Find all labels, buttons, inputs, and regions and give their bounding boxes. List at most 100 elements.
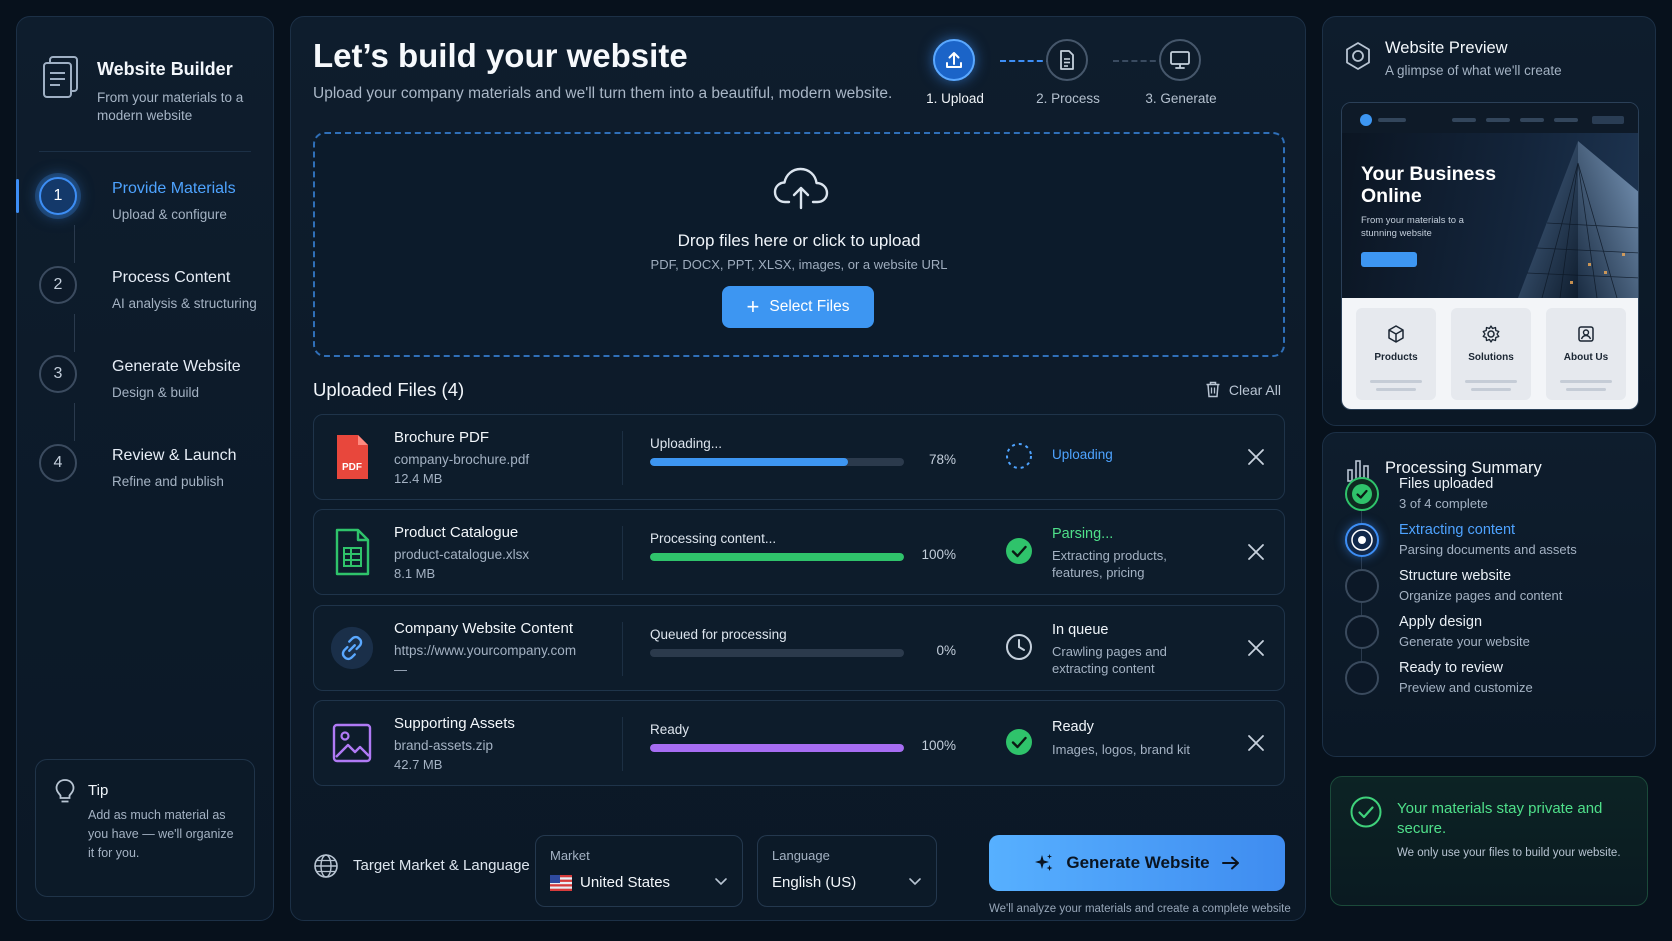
- summary-sub: Organize pages and content: [1399, 588, 1563, 603]
- preview-nav-bar: [1520, 118, 1544, 122]
- file-name: Product Catalogue: [394, 524, 519, 541]
- divider: [622, 526, 623, 580]
- file-row: Product Catalogue product-catalogue.xlsx…: [313, 509, 1285, 595]
- check-circle-icon: [1006, 729, 1032, 755]
- divider: [39, 151, 251, 152]
- clear-all-label: Clear All: [1228, 381, 1281, 398]
- active-dot-icon: [1351, 529, 1373, 551]
- stepper-label: 2. Process: [1036, 91, 1100, 106]
- sidebar-step-review-launch[interactable]: 4 Review & Launch Refine and publish: [39, 440, 269, 500]
- progress-label: Processing content...: [650, 531, 777, 546]
- progress-fill: [650, 744, 904, 752]
- processing-summary-panel: Processing Summary Files uploaded 3 of 4…: [1322, 432, 1656, 757]
- progress-bar: [650, 553, 904, 561]
- preview-hero-title: Your Business Online: [1361, 163, 1497, 207]
- chevron-down-icon: [909, 878, 921, 886]
- preview-nav-bar: [1378, 118, 1406, 122]
- status-subtitle: Extracting products, features, pricing: [1052, 548, 1167, 580]
- generate-website-button[interactable]: Generate Website: [989, 835, 1285, 891]
- preview-title: Website Preview: [1385, 39, 1508, 57]
- close-icon[interactable]: [1244, 445, 1268, 469]
- progress-percent: 100%: [921, 738, 956, 753]
- summary-item-extracting-content: Extracting content Parsing documents and…: [1343, 519, 1643, 565]
- file-url: https://www.yourcompany.com: [394, 643, 577, 658]
- gear-icon: [1482, 325, 1500, 343]
- sidebar-step-process-content[interactable]: 2 Process Content AI analysis & structur…: [39, 262, 269, 322]
- file-row: Supporting Assets brand-assets.zip 42.7 …: [313, 700, 1285, 786]
- step-title: Review & Launch: [112, 447, 237, 464]
- preview-navbar: [1342, 103, 1638, 133]
- stepper-process[interactable]: 2. Process: [1018, 39, 1118, 109]
- progress-fill: [650, 553, 904, 561]
- people-icon: [1578, 326, 1594, 342]
- summary-label: Ready to review: [1399, 660, 1503, 676]
- summary-item-structure-website: Structure website Organize pages and con…: [1343, 565, 1643, 611]
- summary-item-files-uploaded-row: Files uploaded 3 of 4 complete: [1343, 473, 1643, 519]
- privacy-subtitle: We only use your files to build your web…: [1397, 847, 1621, 859]
- main-panel: Let’s build your website Upload your com…: [290, 16, 1306, 921]
- plus-icon: +: [746, 294, 760, 319]
- step-subtitle: Refine and publish: [112, 474, 224, 489]
- upload-dropzone[interactable]: Drop files here or click to upload PDF, …: [313, 132, 1285, 357]
- sidebar-step-generate-website[interactable]: 3 Generate Website Design & build: [39, 351, 269, 411]
- document-stack-icon: [43, 56, 78, 98]
- step-number: 2: [39, 266, 77, 304]
- preview-subtitle: A glimpse of what we'll create: [1385, 63, 1562, 78]
- status-title: In queue: [1052, 622, 1109, 638]
- uploaded-files-heading: Uploaded Files (4): [313, 379, 465, 400]
- clear-all-button[interactable]: Clear All: [1205, 381, 1281, 398]
- tip-card: Tip Add as much material as you have — w…: [35, 759, 255, 897]
- website-preview-card[interactable]: Your Business Online From your materials…: [1341, 102, 1639, 410]
- language-value: English (US): [772, 874, 857, 891]
- market-select[interactable]: Market United States: [535, 835, 743, 907]
- spreadsheet-icon: [335, 528, 370, 576]
- check-circle-icon: [1006, 538, 1032, 564]
- preview-tiles-section: Products Solutions About Us: [1342, 298, 1638, 409]
- preview-tile-label: Solutions: [1468, 352, 1514, 363]
- trash-icon: [1206, 381, 1220, 398]
- close-icon[interactable]: [1244, 540, 1268, 564]
- progress-label: Ready: [650, 722, 690, 737]
- divider: [622, 717, 623, 771]
- sidebar-step-provide-materials[interactable]: 1 Provide Materials Upload & configure: [39, 173, 269, 233]
- sparkle-icon: [1035, 854, 1053, 871]
- file-name: Brochure PDF: [394, 429, 490, 446]
- stepper-generate[interactable]: 3. Generate: [1131, 39, 1231, 109]
- file-row: PDF Brochure PDF company-brochure.pdf 12…: [313, 414, 1285, 500]
- brand-title: Website Builder: [97, 59, 233, 79]
- website-preview-panel: Website Preview A glimpse of what we'll …: [1322, 16, 1656, 426]
- upload-icon: [946, 52, 962, 68]
- summary-label: Files uploaded: [1399, 476, 1494, 492]
- stepper-upload[interactable]: 1. Upload: [905, 39, 1005, 109]
- pdf-icon: PDF: [337, 435, 368, 479]
- language-select[interactable]: Language English (US): [757, 835, 937, 907]
- file-size: 42.7 MB: [394, 757, 443, 772]
- close-icon[interactable]: [1244, 731, 1268, 755]
- progress-fill: [650, 458, 849, 466]
- summary-status-circle: [1345, 661, 1379, 695]
- brand: Website Builder From your materials to a…: [41, 43, 256, 143]
- select-files-button[interactable]: + Select Files: [722, 286, 874, 328]
- close-icon[interactable]: [1244, 636, 1268, 660]
- summary-status-circle: [1345, 477, 1379, 511]
- stepper-label: 3. Generate: [1145, 91, 1217, 106]
- us-flag-icon: [550, 875, 572, 891]
- sidebar: Website Builder From your materials to a…: [16, 16, 274, 921]
- preview-tile-bar: [1376, 388, 1416, 391]
- file-name: Supporting Assets: [394, 715, 515, 732]
- preview-tile-products: Products: [1356, 308, 1436, 400]
- summary-label: Apply design: [1399, 614, 1483, 630]
- preview-tile-bar: [1370, 380, 1422, 383]
- summary-sub: Generate your website: [1399, 634, 1530, 649]
- dropzone-title: Drop files here or click to upload: [677, 231, 921, 250]
- status-subtitle: Crawling pages and extracting content: [1052, 644, 1167, 676]
- svg-text:PDF: PDF: [342, 462, 362, 473]
- stepper-circle: [1159, 39, 1201, 81]
- step-subtitle: Design & build: [112, 385, 200, 400]
- preview-tile-label: About Us: [1563, 352, 1609, 363]
- file-size: 8.1 MB: [394, 566, 436, 581]
- preview-tile-solutions: Solutions: [1451, 308, 1531, 400]
- active-step-indicator: [16, 179, 19, 213]
- step-subtitle: AI analysis & structuring: [112, 296, 257, 311]
- summary-item-ready-to-review: Ready to review Preview and customize: [1343, 657, 1643, 703]
